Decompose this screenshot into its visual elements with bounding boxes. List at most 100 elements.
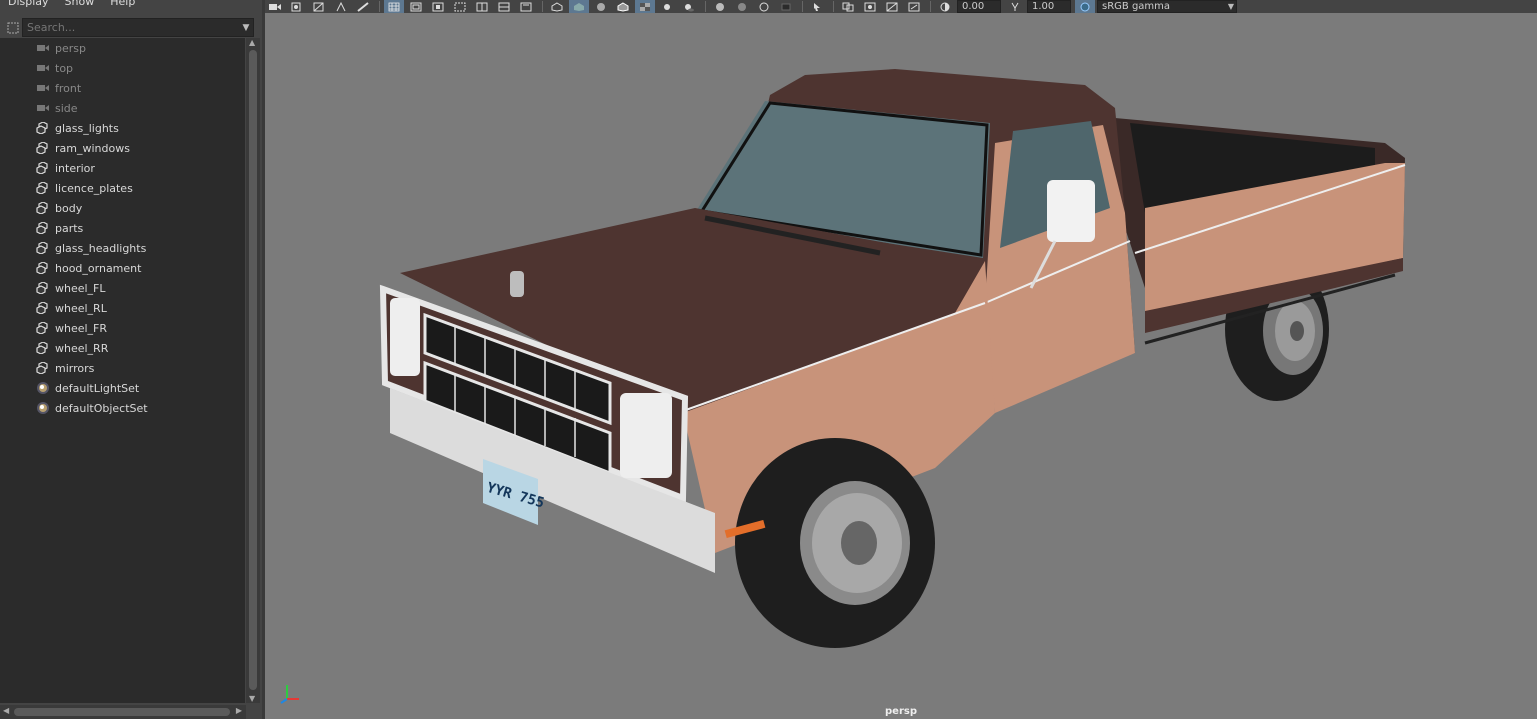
bookmark-icon[interactable] [309,0,329,13]
filter-icon[interactable] [4,19,22,37]
use-lights-icon[interactable] [657,0,677,13]
outliner-item-label: wheel_RL [55,301,107,315]
wireframe-icon[interactable] [547,0,567,13]
hood-ornament [510,271,524,297]
front-wheel [735,438,935,648]
outliner-item-glass-headlights[interactable]: glass_headlights [0,238,245,258]
resolution-gate-icon[interactable] [428,0,448,13]
default-material-icon[interactable] [591,0,611,13]
outliner-item-wheel-rl[interactable]: wheel_RL [0,298,245,318]
outliner-item-top[interactable]: top [0,58,245,78]
outliner-item-wheel-rr[interactable]: wheel_RR [0,338,245,358]
scrollbar-thumb-h[interactable] [14,708,230,716]
camera-icon [36,102,50,114]
outliner-item-wheel-fl[interactable]: wheel_FL [0,278,245,298]
scroll-left-icon[interactable]: ◀ [3,706,9,715]
color-management-select[interactable]: sRGB gamma ▼ [1097,0,1237,13]
image-plane-icon[interactable] [331,0,351,13]
backface-cull-icon[interactable] [904,0,924,13]
group-icon [36,242,50,254]
outliner-item-interior[interactable]: interior [0,158,245,178]
outliner-item-parts[interactable]: parts [0,218,245,238]
outliner-item-label: wheel_FL [55,281,106,295]
outliner-item-label: defaultLightSet [55,381,140,395]
3d-viewport[interactable]: YYR 755 persp [265,13,1537,719]
horizontal-scrollbar[interactable]: ◀ ▶ [0,705,246,719]
camera-icon [36,42,50,54]
scroll-up-icon[interactable]: ▲ [249,38,255,47]
outliner-item-label: glass_headlights [55,241,147,255]
exposure-field[interactable]: 0.00 [957,0,1001,13]
chevron-down-icon[interactable]: ▼ [239,23,253,33]
outliner-item-ram-windows[interactable]: ram_windows [0,138,245,158]
outliner-item-mirrors[interactable]: mirrors [0,358,245,378]
outliner-item-side[interactable]: side [0,98,245,118]
smooth-shade-icon[interactable] [569,0,589,13]
multisample-aa-icon[interactable] [754,0,774,13]
xray-joints-icon[interactable] [860,0,880,13]
outliner-item-label: interior [55,161,95,175]
gate-mask-icon[interactable] [450,0,470,13]
group-icon [36,262,50,274]
film-gate-icon[interactable] [406,0,426,13]
isolate-select-icon[interactable] [807,0,827,13]
screen-space-ao-icon[interactable] [710,0,730,13]
scrollbar-thumb[interactable] [249,50,257,690]
group-icon [36,162,50,174]
outliner-item-hood-ornament[interactable]: hood_ornament [0,258,245,278]
outliner-item-label: mirrors [55,361,95,375]
headlight-right [620,393,672,478]
outliner-item-label: persp [55,41,86,55]
outliner-item-persp[interactable]: persp [0,38,245,58]
xray-components-icon[interactable] [882,0,902,13]
outliner-item-label: hood_ornament [55,261,142,275]
set-icon [36,402,50,414]
scroll-down-icon[interactable]: ▼ [249,694,255,703]
side-mirror [1047,180,1095,242]
search-input[interactable] [23,19,239,36]
field-chart-icon[interactable] [472,0,492,13]
camera-icon[interactable] [265,0,285,13]
outliner-item-label: front [55,81,82,95]
grid-icon[interactable] [384,0,404,13]
color-management-icon[interactable] [1075,0,1095,13]
outliner-tree: persp top front side glass_lights ram_windows… [0,38,245,703]
menu-show[interactable]: Show [57,0,103,9]
outliner-item-label: wheel_RR [55,341,109,355]
camera-icon [36,82,50,94]
toolbar-separator [379,1,380,12]
depth-of-field-icon[interactable] [776,0,796,13]
camera-attributes-icon[interactable] [287,0,307,13]
textured-icon[interactable] [635,0,655,13]
outliner-item-front[interactable]: front [0,78,245,98]
safe-title-icon[interactable] [516,0,536,13]
outliner-item-licence-plates[interactable]: licence_plates [0,178,245,198]
shadows-icon[interactable] [679,0,699,13]
toolbar-separator [705,1,706,12]
menu-help[interactable]: Help [102,0,143,9]
gamma-field[interactable]: 1.00 [1027,0,1071,13]
outliner-item-defaultlightset[interactable]: defaultLightSet [0,378,245,398]
motion-blur-icon[interactable] [732,0,752,13]
outliner-item-defaultobjectset[interactable]: defaultObjectSet [0,398,245,418]
outliner-item-label: ram_windows [55,141,130,155]
safe-action-icon[interactable] [494,0,514,13]
outliner-item-label: wheel_FR [55,321,108,335]
group-icon [36,322,50,334]
viewport-toolbar: 0.00 1.00 sRGB gamma ▼ [265,0,1537,13]
exposure-icon[interactable] [935,0,955,13]
menu-display[interactable]: Display [0,0,57,9]
outliner-item-body[interactable]: body [0,198,245,218]
wireframe-on-shaded-icon[interactable] [613,0,633,13]
maya-window: Display Show Help ▼ persp top front side gla… [0,0,1537,719]
gamma-icon[interactable] [1005,0,1025,13]
xray-icon[interactable] [838,0,858,13]
outliner-item-label: body [55,201,83,215]
grease-pencil-icon[interactable] [353,0,373,13]
outliner-item-wheel-fr[interactable]: wheel_FR [0,318,245,338]
outliner-item-glass-lights[interactable]: glass_lights [0,118,245,138]
vertical-scrollbar[interactable]: ▲ ▼ [246,38,260,703]
outliner-item-label: licence_plates [55,181,133,195]
scroll-right-icon[interactable]: ▶ [236,706,242,715]
outliner-item-label: side [55,101,78,115]
